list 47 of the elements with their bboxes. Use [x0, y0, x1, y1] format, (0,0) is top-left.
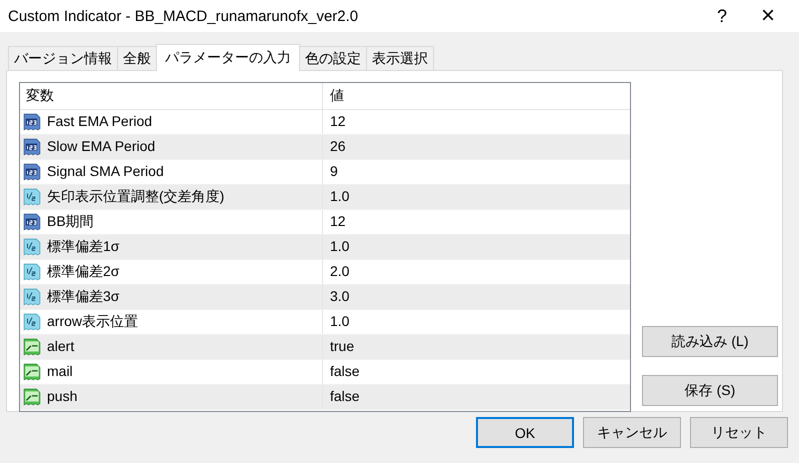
fraction-icon [23, 263, 41, 281]
parameter-value[interactable]: 12 [323, 114, 346, 130]
parameter-value[interactable]: 12 [323, 214, 346, 230]
save-button[interactable]: 保存 (S) [642, 375, 778, 406]
column-header: 値 [329, 88, 344, 104]
parameter-name: Signal SMA Period [47, 164, 164, 180]
parameter-name: 標準偏差1σ [47, 239, 120, 255]
parameter-name: alert [47, 339, 74, 355]
tab[interactable]: パラメーターの入力 [156, 44, 300, 71]
load-button[interactable]: 読み込み (L) [642, 326, 778, 357]
parameter-value[interactable]: 2.0 [323, 264, 350, 280]
window-title: Custom Indicator - BB_MACD_runamarunofx_ver2.0 [8, 8, 360, 24]
integer-icon [23, 113, 41, 131]
fraction-icon [23, 238, 41, 256]
fraction-icon [23, 288, 41, 306]
dialog-button[interactable]: キャンセル [583, 417, 681, 448]
parameter-value[interactable]: 1.0 [323, 189, 350, 205]
parameter-value[interactable]: 3.0 [323, 289, 350, 305]
parameter-name: 標準偏差3σ [47, 289, 120, 305]
parameter-value[interactable]: false [323, 364, 360, 380]
parameter-name: arrow表示位置 [47, 314, 138, 330]
dialog-button[interactable]: OK [476, 417, 574, 448]
dialog-button[interactable]: リセット [690, 417, 788, 448]
toggle-icon [23, 388, 41, 406]
parameter-name: Slow EMA Period [47, 139, 156, 155]
parameter-name: 矢印表示位置調整(交差角度) [47, 189, 224, 205]
fraction-icon [23, 313, 41, 331]
parameter-value[interactable]: 1.0 [323, 239, 350, 255]
toggle-icon [23, 363, 41, 381]
toggle-icon [23, 338, 41, 356]
column-header: 変数 [20, 83, 323, 109]
parameter-name: push [47, 389, 78, 405]
fraction-icon [23, 188, 41, 206]
integer-icon [23, 213, 41, 231]
parameter-value[interactable]: false [323, 389, 360, 405]
parameter-value[interactable]: true [323, 339, 354, 355]
parameter-name: BB期間 [47, 214, 94, 230]
parameter-value[interactable]: 9 [323, 164, 338, 180]
tab[interactable]: バージョン情報 [8, 46, 118, 70]
tab[interactable]: 表示選択 [366, 46, 434, 70]
parameter-value[interactable]: 1.0 [323, 314, 350, 330]
parameter-name: Fast EMA Period [47, 114, 152, 130]
integer-icon [23, 138, 41, 156]
parameter-name: 標準偏差2σ [47, 264, 120, 280]
parameter-value[interactable]: 26 [323, 139, 346, 155]
integer-icon [23, 163, 41, 181]
parameter-name: mail [47, 364, 73, 380]
